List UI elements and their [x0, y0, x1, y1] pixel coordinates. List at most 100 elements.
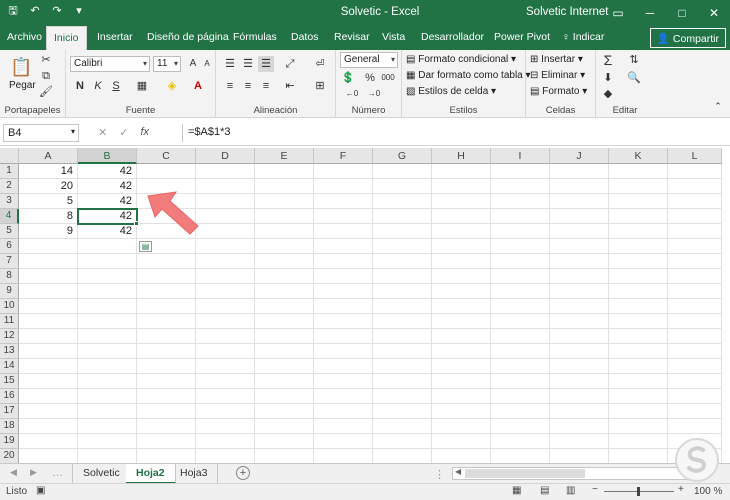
column-header-e[interactable]: E	[255, 148, 314, 164]
font-color-icon[interactable]: A	[190, 78, 206, 94]
format-painter-icon[interactable]: 🖌	[38, 84, 54, 100]
insert-button[interactable]: ⊞ Insertar ▾	[530, 54, 583, 65]
cell-g6[interactable]	[373, 239, 432, 254]
row-header-18[interactable]: 18	[0, 419, 19, 434]
cell-g16[interactable]	[373, 389, 432, 404]
formula-input[interactable]: =$A$1*3	[182, 124, 727, 142]
tab-formulas[interactable]: Fórmulas	[233, 31, 277, 43]
cell-j11[interactable]	[550, 314, 609, 329]
page-break-icon[interactable]: ▥	[566, 485, 575, 496]
cell-i19[interactable]	[491, 434, 550, 449]
tab-archivo[interactable]: Archivo	[7, 31, 42, 43]
cell-j1[interactable]	[550, 164, 609, 179]
cell-d8[interactable]	[196, 269, 255, 284]
cell-f3[interactable]	[314, 194, 373, 209]
cell-k11[interactable]	[609, 314, 668, 329]
name-box[interactable]: B4 ▾	[3, 124, 79, 142]
cell-f8[interactable]	[314, 269, 373, 284]
sheet-tab-solvetic[interactable]: Solvetic	[72, 464, 131, 484]
cell-e13[interactable]	[255, 344, 314, 359]
sheet-tab-hoja2[interactable]: Hoja2	[126, 464, 176, 484]
row-header-11[interactable]: 11	[0, 314, 19, 329]
align-bottom-icon[interactable]: ☰	[258, 56, 274, 72]
cell-k10[interactable]	[609, 299, 668, 314]
scissors-icon[interactable]: ✂	[38, 52, 54, 68]
row-header-13[interactable]: 13	[0, 344, 19, 359]
tab-desarrollador[interactable]: Desarrollador	[421, 31, 484, 43]
sort-filter-icon[interactable]: ⇅	[626, 52, 642, 68]
cell-k6[interactable]	[609, 239, 668, 254]
cell-d10[interactable]	[196, 299, 255, 314]
cell-j7[interactable]	[550, 254, 609, 269]
row-header-10[interactable]: 10	[0, 299, 19, 314]
clear-icon[interactable]: ◆	[600, 86, 616, 102]
cell-c11[interactable]	[137, 314, 196, 329]
cell-a18[interactable]	[19, 419, 78, 434]
cell-d20[interactable]	[196, 449, 255, 464]
cell-a17[interactable]	[19, 404, 78, 419]
redo-icon[interactable]: ↷	[50, 4, 64, 18]
zoom-in-icon[interactable]: +	[678, 484, 684, 495]
row-header-15[interactable]: 15	[0, 374, 19, 389]
cell-l12[interactable]	[668, 329, 722, 344]
cell-f1[interactable]	[314, 164, 373, 179]
cell-f5[interactable]	[314, 224, 373, 239]
cell-l15[interactable]	[668, 374, 722, 389]
column-header-j[interactable]: J	[550, 148, 609, 164]
tab-diseno-pagina[interactable]: Diseño de página	[147, 31, 229, 43]
cell-j17[interactable]	[550, 404, 609, 419]
cell-b14[interactable]	[78, 359, 137, 374]
cell-j3[interactable]	[550, 194, 609, 209]
row-header-20[interactable]: 20	[0, 449, 19, 464]
tab-power-pivot[interactable]: Power Pivot	[494, 31, 550, 43]
fill-down-icon[interactable]: ⬇	[600, 70, 616, 86]
cell-styles-button[interactable]: ▧ Estilos de celda ▾	[406, 86, 496, 97]
scroll-left-icon[interactable]: ◀	[455, 467, 461, 476]
cell-d11[interactable]	[196, 314, 255, 329]
tab-datos[interactable]: Datos	[291, 31, 318, 43]
zoom-out-icon[interactable]: −	[592, 484, 598, 495]
cell-j14[interactable]	[550, 359, 609, 374]
number-format-select[interactable]: General ▾	[340, 52, 398, 68]
cell-f12[interactable]	[314, 329, 373, 344]
cell-b3[interactable]: 42	[78, 194, 137, 209]
cell-f14[interactable]	[314, 359, 373, 374]
ribbon-display-icon[interactable]: ▭	[602, 0, 634, 26]
decrease-decimal-icon[interactable]: →0	[366, 86, 382, 102]
cell-d6[interactable]	[196, 239, 255, 254]
borders-icon[interactable]: ▦	[134, 78, 150, 94]
cell-b20[interactable]	[78, 449, 137, 464]
cell-k12[interactable]	[609, 329, 668, 344]
cell-g17[interactable]	[373, 404, 432, 419]
save-icon[interactable]: 🖫	[6, 4, 20, 18]
percent-button[interactable]: %	[362, 70, 378, 86]
cell-h8[interactable]	[432, 269, 491, 284]
row-header-14[interactable]: 14	[0, 359, 19, 374]
zoom-slider-handle[interactable]	[637, 487, 640, 496]
cell-j12[interactable]	[550, 329, 609, 344]
cell-i16[interactable]	[491, 389, 550, 404]
horizontal-scrollbar[interactable]: ◀ ▶	[452, 467, 702, 480]
close-icon[interactable]: ✕	[698, 0, 730, 26]
align-top-icon[interactable]: ☰	[222, 56, 238, 72]
cell-k5[interactable]	[609, 224, 668, 239]
cell-e17[interactable]	[255, 404, 314, 419]
cell-a19[interactable]	[19, 434, 78, 449]
minimize-icon[interactable]: ─	[634, 0, 666, 26]
cell-e19[interactable]	[255, 434, 314, 449]
cell-b18[interactable]	[78, 419, 137, 434]
cell-c19[interactable]	[137, 434, 196, 449]
cell-g8[interactable]	[373, 269, 432, 284]
cell-a13[interactable]	[19, 344, 78, 359]
cell-e20[interactable]	[255, 449, 314, 464]
bold-button[interactable]: N	[72, 78, 88, 94]
row-header-7[interactable]: 7	[0, 254, 19, 269]
fill-handle[interactable]	[134, 221, 139, 226]
cell-i5[interactable]	[491, 224, 550, 239]
cell-l10[interactable]	[668, 299, 722, 314]
tell-me[interactable]: ♀ Indicar	[562, 31, 604, 43]
cell-e7[interactable]	[255, 254, 314, 269]
cell-i9[interactable]	[491, 284, 550, 299]
cell-i11[interactable]	[491, 314, 550, 329]
cell-e5[interactable]	[255, 224, 314, 239]
